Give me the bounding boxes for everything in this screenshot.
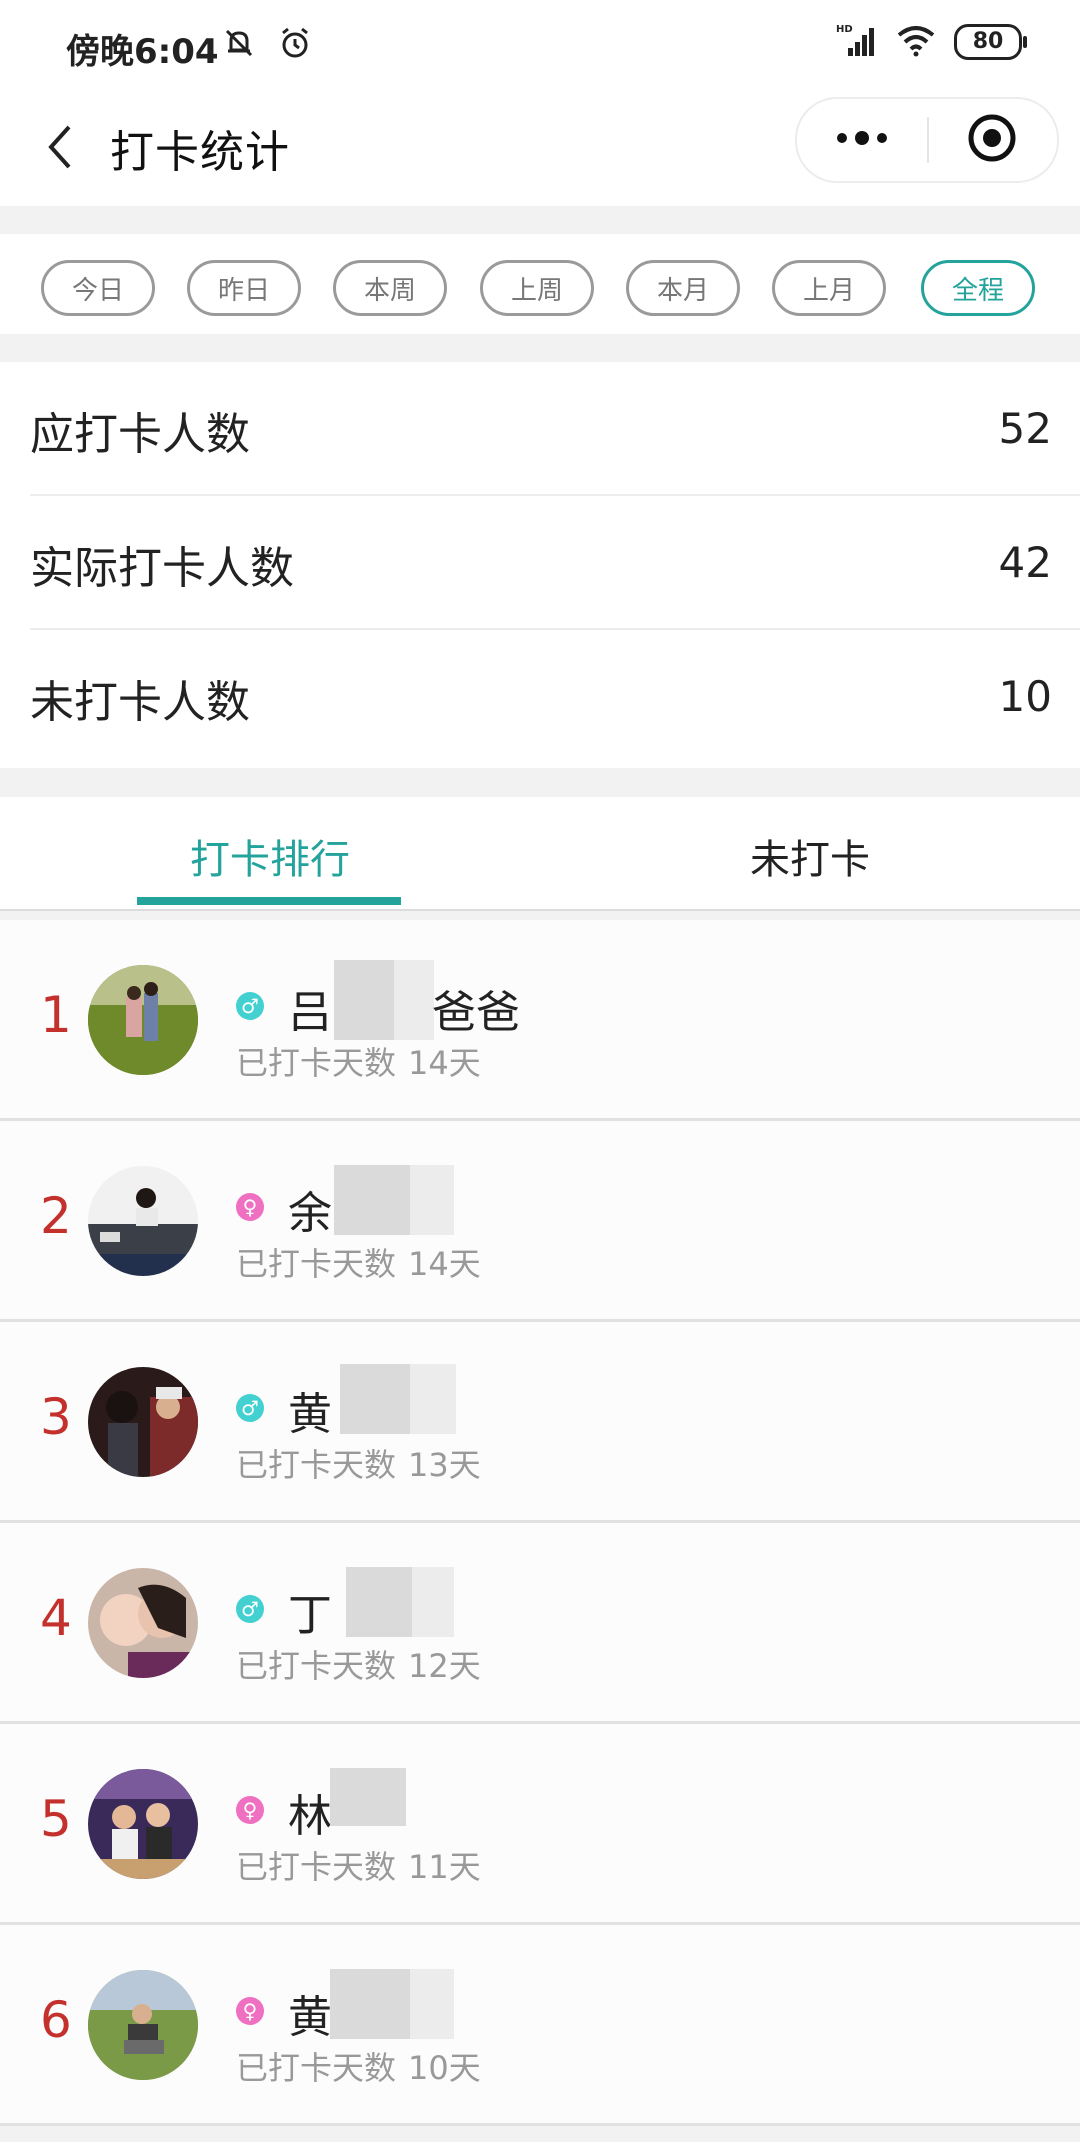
redaction-block <box>410 1364 456 1434</box>
days-label: 已打卡天数 <box>236 1044 397 1082</box>
page-title: 打卡统计 <box>110 127 290 178</box>
member-name-prefix: 黄 <box>288 1389 332 1440</box>
member-name-prefix: 丁 <box>288 1590 332 1641</box>
filter-chip-this-week[interactable]: 本周 <box>333 260 447 316</box>
days-count: 14天 <box>408 1044 481 1082</box>
stat-label: 未打卡人数 <box>30 677 250 728</box>
miniprogram-capsule <box>795 97 1059 183</box>
member-name-prefix: 黄 <box>288 1992 332 2043</box>
rank-number: 1 <box>40 986 72 1044</box>
filter-chip-last-month[interactable]: 上月 <box>772 260 886 316</box>
stat-row-actual: 实际打卡人数 42 <box>0 496 1080 630</box>
mute-bell-icon <box>222 26 256 64</box>
redaction-block <box>340 1364 410 1434</box>
days-count: 10天 <box>408 2049 481 2087</box>
days-label: 已打卡天数 <box>236 1848 397 1886</box>
list-item[interactable]: 6 ♀ 黄 已打卡天数 10天 <box>0 1925 1080 2126</box>
active-tab-indicator <box>137 897 401 905</box>
redaction-block <box>330 1969 410 2039</box>
stats-panel: 应打卡人数 52 实际打卡人数 42 未打卡人数 10 <box>0 362 1080 768</box>
stat-label: 应打卡人数 <box>30 409 250 460</box>
male-icon: ♂ <box>236 992 264 1020</box>
redaction-block <box>410 1969 454 2039</box>
male-icon: ♂ <box>236 1394 264 1422</box>
days-label: 已打卡天数 <box>236 2049 397 2087</box>
stat-value: 10 <box>998 672 1052 721</box>
stat-value: 42 <box>998 538 1052 587</box>
rank-number: 4 <box>40 1589 72 1647</box>
status-bar: 傍晚6:04 HD 80 <box>0 0 1080 92</box>
list-item[interactable]: 5 ♀ 林 已打卡天数 11天 <box>0 1724 1080 1925</box>
rank-number: 5 <box>40 1790 72 1848</box>
days-label: 已打卡天数 <box>236 1245 397 1283</box>
target-close-icon <box>966 112 1018 168</box>
redaction-block <box>412 1567 454 1637</box>
close-miniprogram-button[interactable] <box>929 99 1055 181</box>
days-count: 13天 <box>408 1446 481 1484</box>
redaction-block <box>410 1165 454 1235</box>
stat-value: 52 <box>998 404 1052 453</box>
avatar <box>88 1568 198 1678</box>
back-button[interactable] <box>30 114 90 184</box>
member-name-prefix: 林 <box>288 1791 332 1842</box>
days-label: 已打卡天数 <box>236 1647 397 1685</box>
member-name-suffix: 爸爸 <box>432 987 520 1038</box>
avatar <box>88 1970 198 2080</box>
filter-chip-all[interactable]: 全程 <box>921 260 1035 316</box>
days-count: 11天 <box>408 1848 481 1886</box>
female-icon: ♀ <box>236 1796 264 1824</box>
days-label: 已打卡天数 <box>236 1446 397 1484</box>
alarm-clock-icon <box>278 26 312 64</box>
tab-checkin-ranking[interactable]: 打卡排行 <box>190 827 350 885</box>
member-name-prefix: 吕 <box>288 987 332 1038</box>
chevron-left-icon <box>45 123 75 175</box>
redaction-block <box>334 1165 410 1235</box>
list-item[interactable]: 3 ♂ 黄 已打卡天数 13天 <box>0 1322 1080 1523</box>
filter-chip-this-month[interactable]: 本月 <box>626 260 740 316</box>
filter-chip-yesterday[interactable]: 昨日 <box>187 260 301 316</box>
more-dots-icon <box>834 130 890 150</box>
rank-number: 6 <box>40 1991 72 2049</box>
status-time: 傍晚6:04 <box>66 32 219 72</box>
title-bar: 打卡统计 <box>0 92 1080 206</box>
days-count: 12天 <box>408 1647 481 1685</box>
stat-row-missing: 未打卡人数 10 <box>0 630 1080 764</box>
ranking-list: 1 ♂ 吕 爸爸 已打卡天数 14天 2 ♀ 余 已打卡天数 14天 3 ♂ 黄… <box>0 920 1080 2126</box>
tab-not-checked-in[interactable]: 未打卡 <box>750 827 870 885</box>
avatar <box>88 1769 198 1879</box>
battery-indicator: 80 <box>954 24 1027 60</box>
redaction-block <box>346 1567 412 1637</box>
hd-label: HD <box>836 24 853 35</box>
signal-icon: HD <box>834 22 878 62</box>
tab-bar: 打卡排行 未打卡 <box>0 797 1080 911</box>
filter-chip-last-week[interactable]: 上周 <box>480 260 594 316</box>
redaction-block <box>334 960 394 1040</box>
period-filter-bar: 今日 昨日 本周 上周 本月 上月 全程 <box>0 234 1080 334</box>
list-item[interactable]: 4 ♂ 丁 已打卡天数 12天 <box>0 1523 1080 1724</box>
days-count: 14天 <box>408 1245 481 1283</box>
avatar <box>88 965 198 1075</box>
redaction-block <box>394 960 434 1040</box>
more-button[interactable] <box>797 99 927 181</box>
filter-chip-today[interactable]: 今日 <box>41 260 155 316</box>
female-icon: ♀ <box>236 1193 264 1221</box>
male-icon: ♂ <box>236 1595 264 1623</box>
redaction-block <box>330 1768 406 1826</box>
stat-row-expected: 应打卡人数 52 <box>0 362 1080 496</box>
rank-number: 2 <box>40 1187 72 1245</box>
rank-number: 3 <box>40 1388 72 1446</box>
member-name-prefix: 余 <box>288 1188 332 1239</box>
list-item[interactable]: 1 ♂ 吕 爸爸 已打卡天数 14天 <box>0 920 1080 1121</box>
list-item[interactable]: 2 ♀ 余 已打卡天数 14天 <box>0 1121 1080 1322</box>
female-icon: ♀ <box>236 1997 264 2025</box>
stat-label: 实际打卡人数 <box>30 543 294 594</box>
wifi-icon <box>896 23 936 61</box>
avatar <box>88 1166 198 1276</box>
avatar <box>88 1367 198 1477</box>
